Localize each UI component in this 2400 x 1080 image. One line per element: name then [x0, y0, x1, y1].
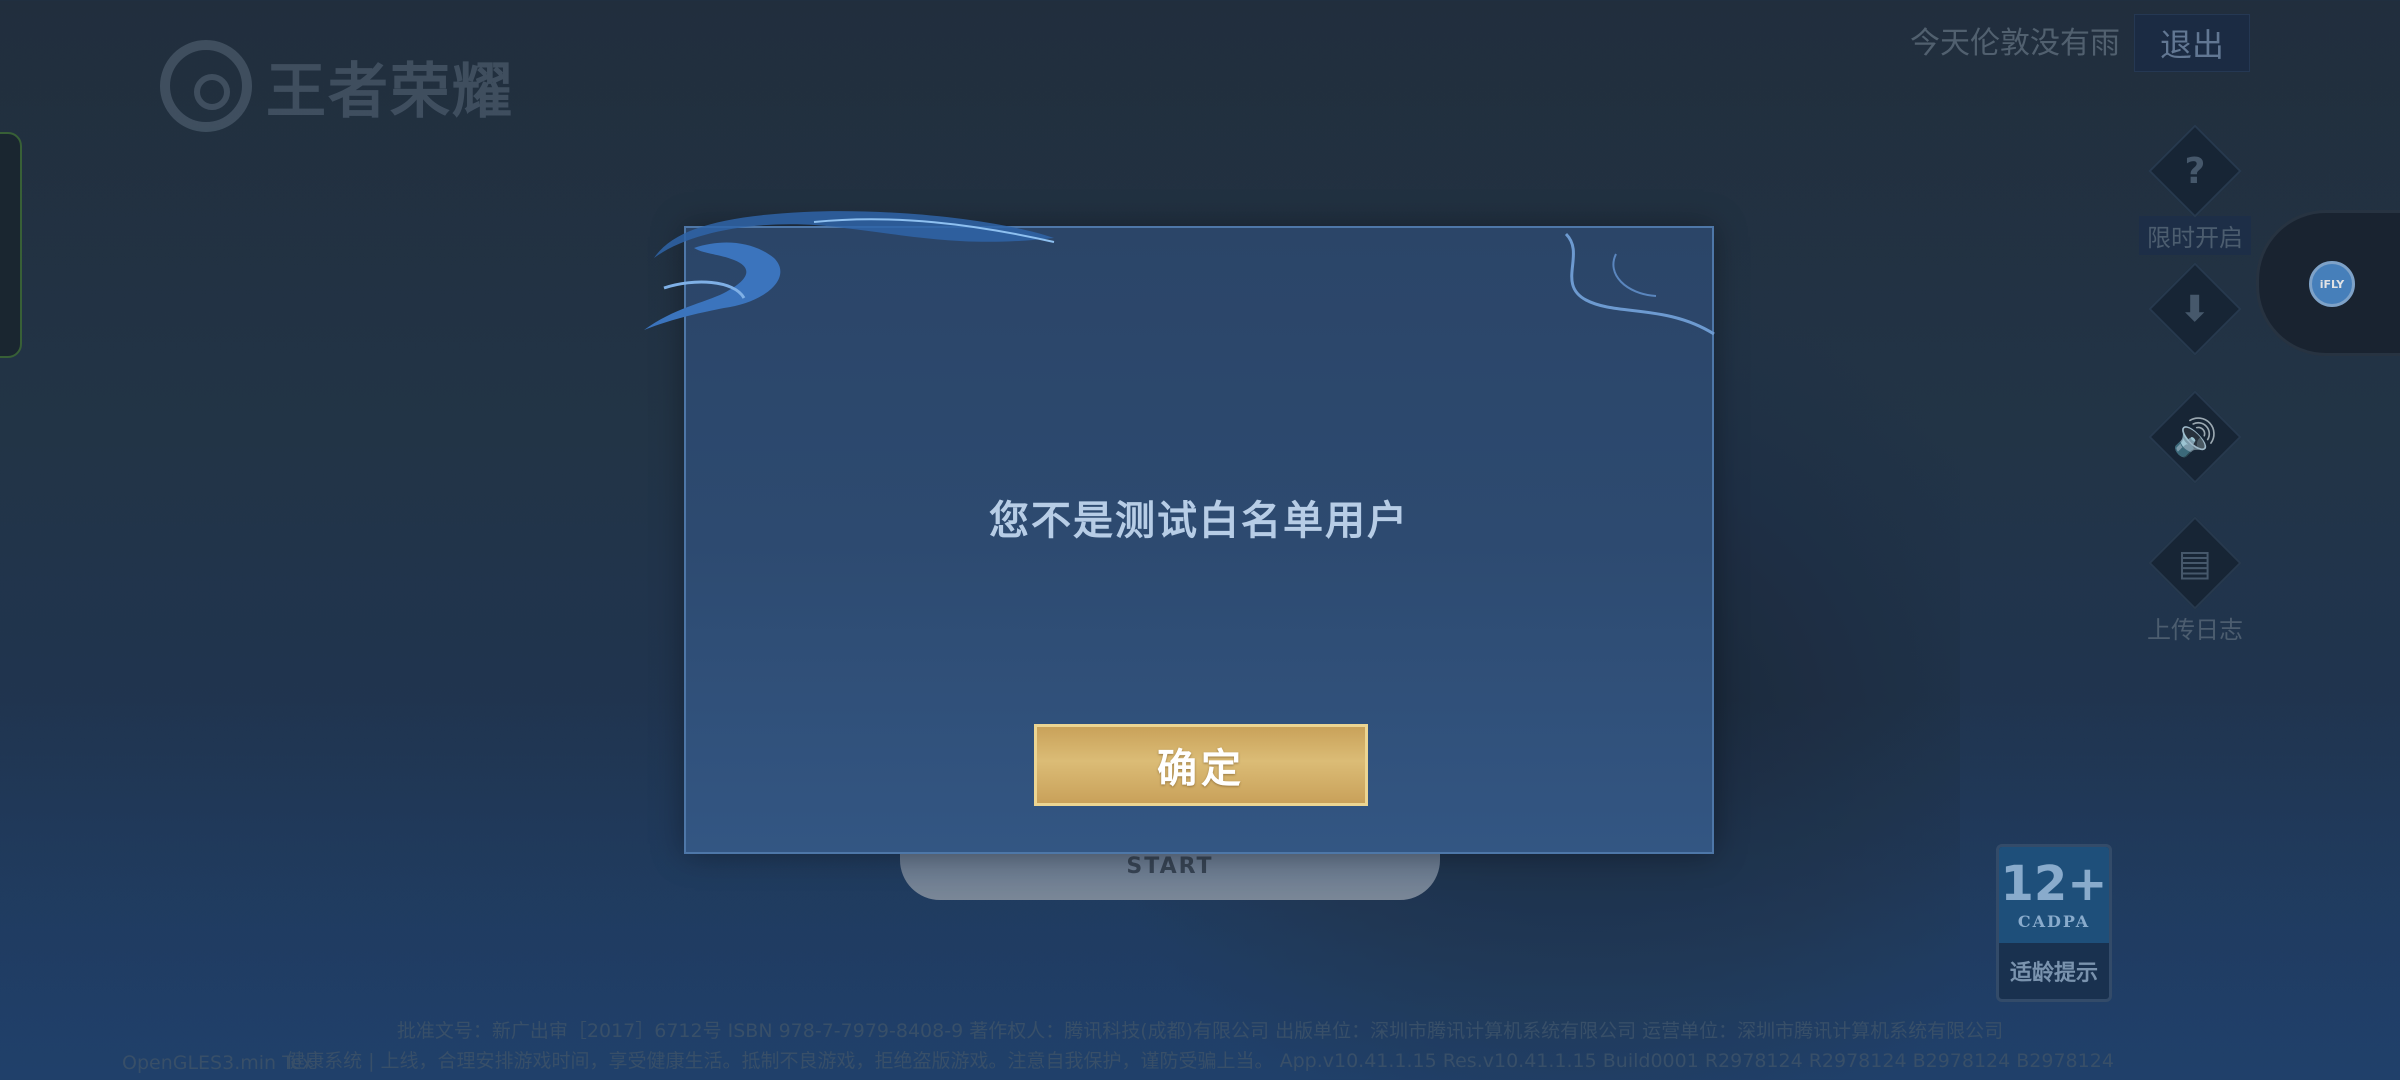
confirm-button[interactable]: 确定	[1034, 724, 1368, 806]
dialog-message: 您不是测试白名单用户	[989, 498, 1409, 544]
alert-dialog: 您不是测试白名单用户 确定	[644, 211, 1715, 854]
cloud-ornament-left	[644, 211, 1055, 330]
cloud-ornament-right	[1564, 232, 1715, 336]
